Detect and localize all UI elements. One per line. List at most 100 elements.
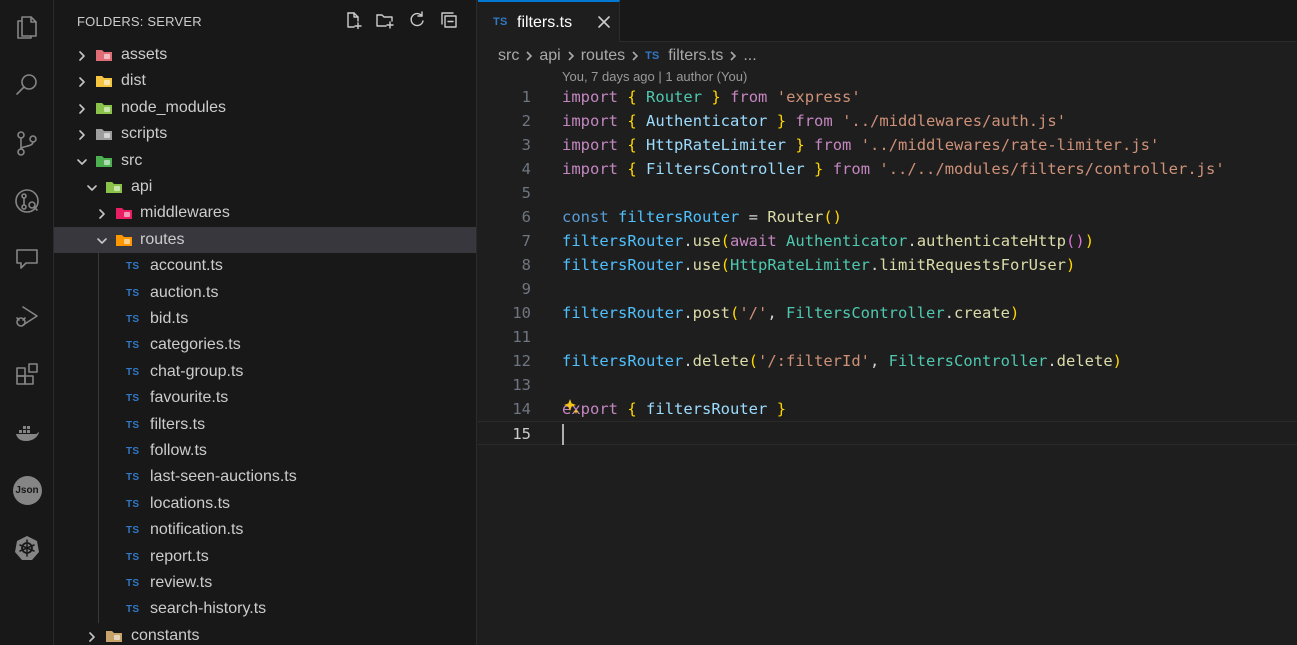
sparkle-icon[interactable] — [562, 398, 580, 416]
tree-item-label: notification.ts — [150, 521, 244, 539]
file-item[interactable]: TS last-seen-auctions.ts — [54, 464, 476, 490]
code-line[interactable]: 5 — [478, 181, 1297, 205]
folder-item[interactable]: src — [54, 148, 476, 174]
refresh-icon[interactable] — [407, 10, 427, 30]
file-item[interactable]: TS chat-group.ts — [54, 359, 476, 385]
tree-item-label: bid.ts — [150, 310, 189, 327]
code-line[interactable]: 15 — [478, 421, 1297, 445]
chevron-down-icon[interactable] — [86, 181, 98, 193]
code-text: import { Authenticator } from '../middle… — [562, 109, 1066, 133]
chevron-down-icon[interactable] — [76, 155, 88, 167]
file-item[interactable]: TS auction.ts — [54, 280, 476, 306]
folder-item[interactable]: node_modules — [54, 95, 476, 121]
code-line[interactable]: 9 — [478, 277, 1297, 301]
json-icon[interactable]: Json — [0, 470, 54, 510]
chat-icon[interactable] — [0, 239, 54, 279]
new-folder-icon[interactable] — [375, 10, 395, 30]
kubernetes-icon[interactable] — [0, 528, 54, 568]
file-item[interactable]: TS categories.ts — [54, 332, 476, 358]
code-line[interactable]: 7 filtersRouter.use(await Authenticator.a… — [478, 229, 1297, 253]
breadcrumb-item[interactable]: src — [498, 47, 519, 65]
collapse-all-icon[interactable] — [439, 10, 459, 30]
code-line[interactable]: 11 — [478, 325, 1297, 349]
ts-file-icon: TS — [126, 393, 140, 405]
ts-file-icon: TS — [126, 551, 140, 563]
chevron-right-icon[interactable] — [76, 49, 88, 61]
git-graph-icon[interactable] — [0, 181, 54, 221]
tree-item-label: search-history.ts — [150, 600, 267, 618]
folder-item[interactable]: routes — [54, 226, 476, 253]
file-item[interactable]: TS favourite.ts — [54, 385, 476, 411]
file-item[interactable]: TS bid.ts — [54, 306, 476, 332]
code-line[interactable]: 2 import { Authenticator } from '../middl… — [478, 109, 1297, 133]
chevron-right-icon[interactable] — [96, 207, 108, 220]
run-debug-icon[interactable] — [0, 296, 54, 336]
extensions-icon[interactable] — [0, 354, 54, 394]
tab-filters-ts[interactable]: TS filters.ts — [478, 0, 620, 42]
code-token: FiltersController — [888, 352, 1048, 370]
code-token: authenticateHttp — [916, 232, 1067, 250]
code-token: use — [692, 232, 721, 250]
file-item[interactable]: TS search-history.ts — [54, 596, 476, 622]
file-item[interactable]: TS locations.ts — [54, 491, 476, 517]
folder-item[interactable]: scripts — [54, 121, 476, 147]
file-item[interactable]: TS follow.ts — [54, 438, 476, 464]
source-control-icon[interactable] — [0, 123, 54, 163]
tree-item-label: dist — [121, 72, 146, 90]
chevron-right-icon — [628, 49, 642, 63]
explorer-sidebar: FOLDERS: SERVER assets dist node_modules sc… — [54, 0, 477, 645]
chevron-right-icon[interactable] — [76, 128, 88, 140]
ts-file-icon: TS — [126, 287, 140, 299]
code-line[interactable]: 3 import { HttpRateLimiter } from '../mid… — [478, 133, 1297, 157]
git-blame-codelens[interactable]: You, 7 days ago | 1 author (You) — [562, 69, 747, 84]
breadcrumb-more[interactable]: ... — [743, 47, 756, 65]
new-file-icon[interactable] — [343, 10, 363, 30]
tab-label: filters.ts — [517, 14, 573, 31]
chevron-right-icon[interactable] — [76, 75, 88, 88]
folder-item[interactable]: api — [54, 174, 476, 200]
file-item[interactable]: TS notification.ts — [54, 517, 476, 543]
explorer-icon[interactable] — [0, 7, 54, 47]
folder-item[interactable]: dist — [54, 68, 476, 94]
code-token: from — [730, 88, 768, 106]
chevron-right-icon[interactable] — [76, 102, 88, 114]
code-text: filtersRouter.post('/', FiltersControlle… — [562, 301, 1019, 325]
line-number: 5 — [521, 184, 531, 202]
breadcrumb-item[interactable]: routes — [581, 47, 625, 65]
chevron-right-icon[interactable] — [86, 630, 98, 642]
docker-icon[interactable] — [0, 412, 54, 452]
file-item[interactable]: TS filters.ts — [54, 412, 476, 438]
code-line[interactable]: 8 filtersRouter.use(HttpRateLimiter.limit… — [478, 253, 1297, 277]
code-line[interactable]: 4 import { FiltersController } from '../.… — [478, 157, 1297, 181]
folder-item[interactable]: constants — [54, 623, 476, 645]
file-item[interactable]: TS report.ts — [54, 544, 476, 570]
chevron-down-icon[interactable] — [96, 234, 108, 246]
line-number: 10 — [512, 304, 531, 322]
code-token: import — [562, 160, 618, 178]
ts-file-icon: TS — [126, 604, 140, 616]
close-icon[interactable] — [596, 14, 612, 30]
code-token: ) — [1084, 232, 1095, 250]
folder-icon — [95, 48, 113, 62]
code-line[interactable]: 14 export { filtersRouter } — [478, 397, 1297, 421]
code-line[interactable]: 10 filtersRouter.post('/', FiltersControl… — [478, 301, 1297, 325]
code-line[interactable]: 6 const filtersRouter = Router() — [478, 205, 1297, 229]
code-line[interactable]: 12 filtersRouter.delete('/:filterId', Fil… — [478, 349, 1297, 373]
code-line[interactable]: 1 import { Router } from 'express' — [478, 85, 1297, 109]
file-item[interactable]: TS account.ts — [54, 253, 476, 279]
line-number: 6 — [521, 208, 531, 226]
search-icon[interactable] — [0, 65, 54, 105]
code-line[interactable]: 13 — [478, 373, 1297, 397]
ts-file-icon: TS — [126, 419, 140, 431]
code-token: '../../modules/filters/controller.js' — [879, 160, 1225, 178]
folder-item[interactable]: assets — [54, 42, 476, 68]
code-token: ) — [1112, 352, 1122, 370]
breadcrumb-item[interactable]: api — [539, 47, 560, 65]
breadcrumb-file[interactable]: filters.ts — [668, 47, 723, 65]
code-token: FiltersController — [786, 304, 945, 322]
folder-item[interactable]: middlewares — [54, 200, 476, 226]
file-item[interactable]: TS review.ts — [54, 570, 476, 596]
